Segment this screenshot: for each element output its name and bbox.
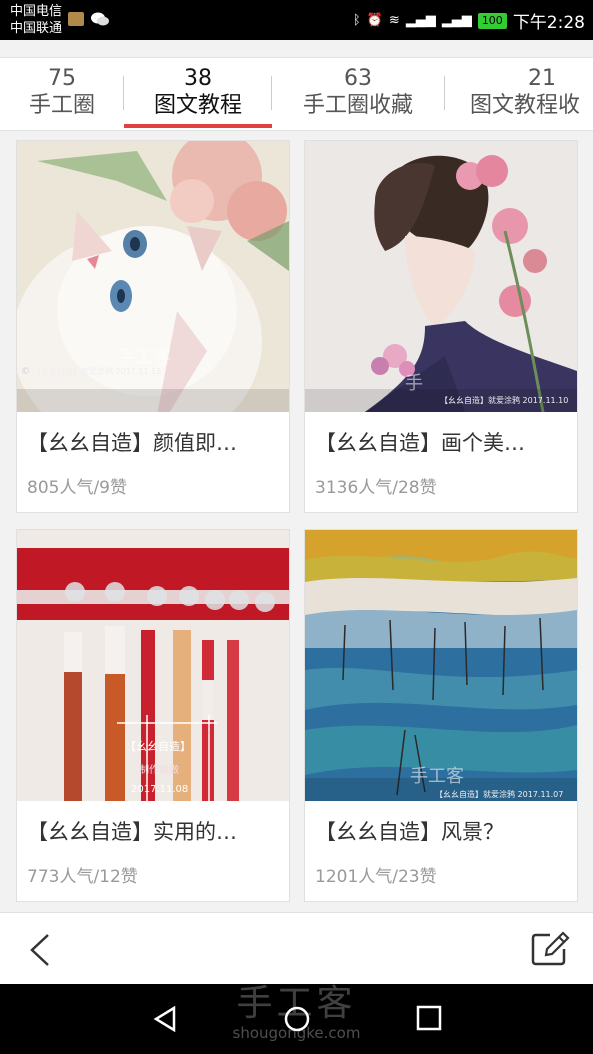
signal-icon: ▂▄▆ [405,13,436,28]
tab-tutorial-favorites[interactable]: 21 图文教程收 [444,58,593,130]
tab-handmade-circle[interactable]: 75 手工圈 [0,58,124,130]
site-watermark-url: shougongke.com [232,1024,361,1042]
tab-count: 75 [48,66,76,91]
status-icons: ᛒ ⏰ ≋ ▂▄▆ ▂▄▆ 100 下午2:28 [353,8,585,33]
status-bar: 中国电信 中国联通 ᛒ ⏰ ≋ ▂▄▆ ▂▄▆ 100 下午2:28 [0,0,593,40]
tab-label: 手工圈收藏 [302,93,413,118]
image-caption: 【幺幺自造】就爱涂鸦 2017.11.07 [435,789,563,799]
tutorial-card[interactable]: © 【幺幺自造】就爱涂鸦 2017.11.15 手工客 【幺幺自造】颜值即… 8… [16,140,290,513]
tutorial-title: 【幺幺自造】画个美… [315,431,525,455]
image-watermark: 手工客 [117,347,171,368]
battery-indicator: 100 [477,12,507,29]
carrier-info: 中国电信 中国联通 [10,3,62,37]
tab-count: 63 [344,66,372,91]
tab-circle-favorites[interactable]: 63 手工圈收藏 [272,58,444,130]
carrier-2: 中国联通 [10,21,63,36]
image-watermark: 手工客 [410,766,464,787]
tutorial-image-landscape: 【幺幺自造】就爱涂鸦 2017.11.07 手工客 [305,530,577,801]
tab-label: 图文教程 [153,93,242,118]
tutorial-stats: 805人气/9赞 [27,478,127,498]
wifi-icon: ≋ [388,13,400,28]
tutorial-title: 【幺幺自造】颜值即… [27,431,237,455]
tab-divider [123,76,124,110]
tutorial-stats: 3136人气/28赞 [315,478,437,498]
tutorial-image-brushes: 【幺幺自造】 制作就做 2017.11.08 [17,530,289,801]
tutorial-title: 【幺幺自造】实用的… [27,820,237,844]
active-tab-indicator [124,124,272,128]
image-caption-line1: 【幺幺自造】 [125,739,191,753]
svg-text:©: © [21,367,30,377]
profile-tabs: 75 手工圈 38 图文教程 63 手工圈收藏 21 图文教程收 [0,57,593,131]
tab-count: 38 [184,66,212,91]
image-caption-line3: 2017.11.08 [131,784,188,795]
image-watermark: 手 [405,373,423,394]
site-watermark: 手工客 [236,983,357,1024]
carrier-1: 中国电信 [10,4,63,19]
tab-label: 手工圈 [28,93,95,118]
image-caption: 【幺幺自造】就爱涂鸦 2017.11.10 [440,395,568,405]
tab-divider [444,76,445,110]
signal-2-icon: ▂▄▆ [441,13,472,28]
tutorial-stats: 773人气/12赞 [27,867,138,887]
tutorial-card[interactable]: 【幺幺自造】就爱涂鸦 2017.11.07 手工客 【幺幺自造】风景？ 1201… [304,529,578,902]
tutorial-stats: 1201人气/23赞 [315,867,437,887]
bluetooth-icon: ᛒ [352,13,361,28]
tutorial-image-woman: 【幺幺自造】就爱涂鸦 2017.11.10 手 [305,141,577,412]
alarm-icon: ⏰ [366,13,383,28]
back-icon[interactable] [28,933,52,967]
tab-tutorials[interactable]: 38 图文教程 [124,58,272,130]
clock: 下午2:28 [512,13,585,33]
tutorial-card[interactable]: 【幺幺自造】 制作就做 2017.11.08 【幺幺自造】实用的… 773人气/… [16,529,290,902]
tutorial-image-cat: © 【幺幺自造】就爱涂鸦 2017.11.15 手工客 [17,141,289,412]
system-nav-bar: 手工客 shougongke.com [0,983,593,1054]
wechat-icon [91,12,109,26]
tab-count: 21 [528,66,556,91]
tab-label: 图文教程收 [470,93,581,118]
tutorial-card[interactable]: 【幺幺自造】就爱涂鸦 2017.11.10 手 【幺幺自造】画个美… 3136人… [304,140,578,513]
image-caption-line2: 制作就做 [139,763,179,776]
tutorial-title: 【幺幺自造】风景？ [315,820,504,844]
notification-app-icon [68,12,84,26]
edit-icon[interactable] [530,931,570,967]
tab-divider [271,76,272,110]
